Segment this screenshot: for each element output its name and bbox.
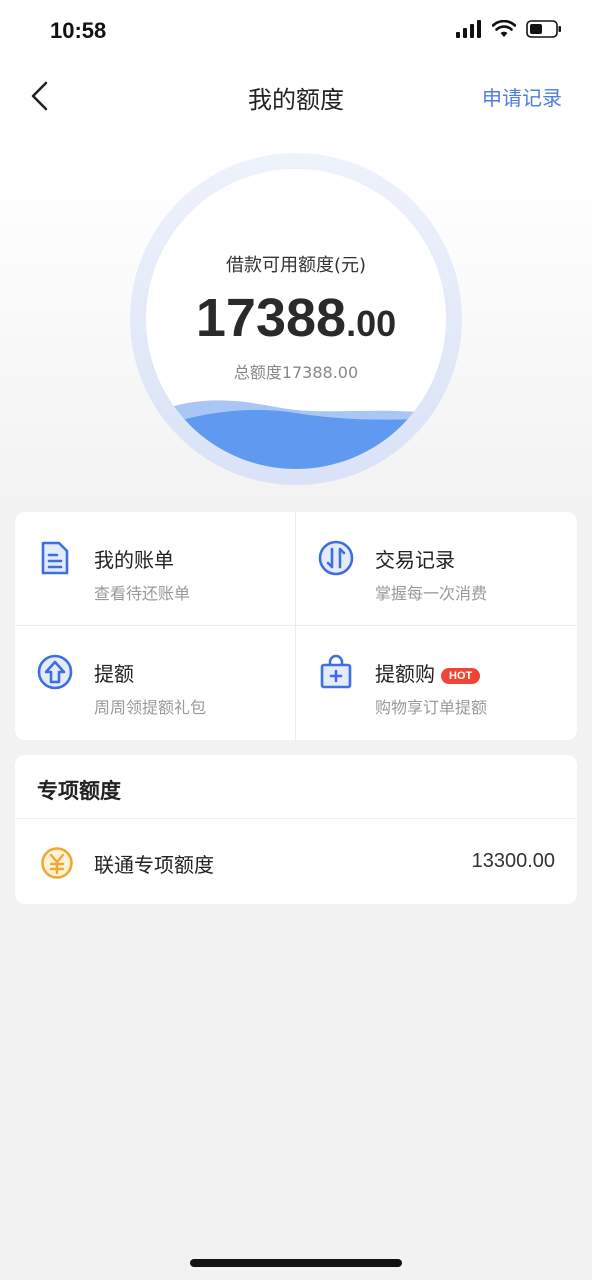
- yuan-coin-icon: [41, 847, 73, 879]
- grid-item-subtitle: 掌握每一次消费: [375, 584, 488, 603]
- grid-item-raise-limit-shopping[interactable]: 提额购 HOT 购物享订单提额: [296, 626, 576, 739]
- amount-decimal: .00: [346, 303, 397, 344]
- status-icons: [456, 20, 562, 38]
- nav-bar: 我的额度 申请记录: [0, 64, 592, 128]
- special-credit-header: 专项额度: [37, 779, 121, 803]
- grid-item-subtitle: 周周领提额礼包: [94, 698, 207, 717]
- hot-badge: HOT: [441, 668, 481, 684]
- grid-item-title: 提额: [94, 662, 134, 686]
- grid-item-subtitle: 购物享订单提额: [375, 698, 488, 717]
- bill-icon: [41, 541, 69, 575]
- home-indicator[interactable]: [190, 1259, 402, 1267]
- special-credit-card: 专项额度 联通专项额度 13300.00: [15, 755, 577, 904]
- status-time: 10:58: [50, 18, 107, 43]
- wifi-icon: [492, 20, 516, 37]
- grid-item-title-text: 提额购: [375, 662, 435, 686]
- grid-item-title: 我的账单: [94, 548, 174, 572]
- grid-item-raise-limit[interactable]: 提额 周周领提额礼包: [15, 626, 295, 739]
- shopping-bag-icon: [320, 654, 352, 689]
- grid-item-transactions[interactable]: 交易记录 掌握每一次消费: [296, 512, 576, 625]
- grid-item-title: 交易记录: [375, 548, 455, 572]
- apply-record-link[interactable]: 申请记录: [482, 82, 562, 111]
- signal-icon: [456, 20, 481, 38]
- total-credit-label: 总额度17388.00: [233, 363, 359, 382]
- battery-icon: [526, 20, 561, 38]
- special-credit-amount: 13300.00: [471, 850, 555, 872]
- credit-gauge: 借款可用额度(元) 17388.00 总额度17388.00: [130, 153, 462, 485]
- status-bar: 10:58: [0, 0, 592, 64]
- grid-item-my-bill[interactable]: 我的账单 查看待还账单: [15, 512, 295, 625]
- grid-item-title: 提额购 HOT: [375, 658, 481, 687]
- divider: [15, 818, 577, 819]
- feature-grid: 我的账单 查看待还账单 交易记录 掌握每一次消费 提额 周周领提额礼包 提额购 H…: [15, 512, 577, 740]
- transaction-icon: [318, 540, 354, 576]
- grid-item-subtitle: 查看待还账单: [94, 584, 191, 603]
- amount-integer: 17388: [195, 288, 347, 348]
- raise-limit-icon: [37, 654, 73, 690]
- available-credit-label: 借款可用额度(元): [225, 255, 367, 276]
- available-credit-amount: 17388.00: [146, 287, 446, 349]
- gauge-face: 借款可用额度(元) 17388.00 总额度17388.00: [146, 169, 446, 469]
- special-credit-name: 联通专项额度: [94, 853, 214, 877]
